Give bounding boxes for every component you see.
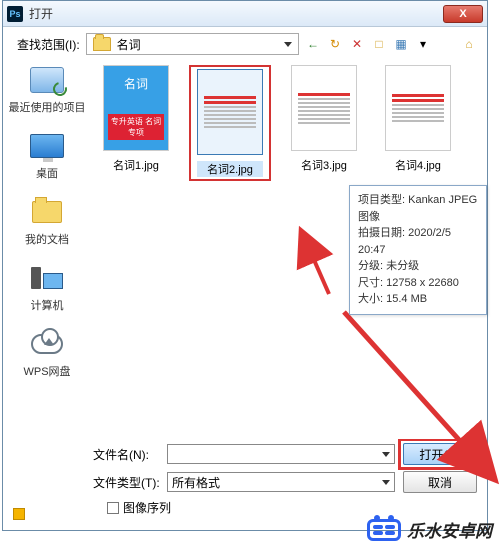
folder-icon <box>93 37 111 51</box>
place-mydocs-label: 我的文档 <box>3 231 91 247</box>
views-dd-icon[interactable]: ▾ <box>415 36 431 52</box>
window-title: 打开 <box>29 5 443 22</box>
body-area: 最近使用的项目 桌面 我的文档 计算机 WPS网盘 名词专升英语 <box>3 59 487 439</box>
file-thumb-2[interactable]: 名词2.jpg <box>189 65 271 181</box>
lookin-value: 名词 <box>117 36 278 53</box>
place-recent-label: 最近使用的项目 <box>3 99 91 115</box>
sequence-checkbox[interactable] <box>107 502 119 514</box>
chevron-down-icon[interactable] <box>284 42 292 47</box>
file-pane[interactable]: 名词专升英语 名词专项 名词1.jpg 名词2.jpg 名词3.jpg <box>91 59 487 439</box>
file-thumb-1[interactable]: 名词专升英语 名词专项 名词1.jpg <box>95 65 177 173</box>
newfolder-icon[interactable]: □ <box>371 36 387 52</box>
file-tooltip: 项目类型: Kankan JPEG 图像 拍摄日期: 2020/2/5 20:4… <box>349 185 487 315</box>
filename-label: 文件名(N): <box>93 446 159 463</box>
file-thumb-3[interactable]: 名词3.jpg <box>283 65 365 173</box>
file-thumb-4[interactable]: 名词4.jpg <box>377 65 459 173</box>
back-icon[interactable]: ← <box>305 36 321 52</box>
file-label-1: 名词1.jpg <box>95 157 177 173</box>
lookin-combo[interactable]: 名词 <box>86 33 299 55</box>
up-icon[interactable]: ↻ <box>327 36 343 52</box>
place-recent[interactable]: 最近使用的项目 <box>3 63 91 115</box>
watermark: 乐水安卓网 <box>367 517 492 542</box>
annotation-arrow-1 <box>299 239 339 299</box>
filetype-value: 所有格式 <box>172 474 220 491</box>
sequence-label: 图像序列 <box>123 499 171 516</box>
watermark-text: 乐水安卓网 <box>407 517 492 542</box>
file-label-2: 名词2.jpg <box>197 161 263 177</box>
toolbar-icons: ← ↻ ✕ □ ▦ ▾ ⌂ <box>305 36 477 52</box>
place-computer-label: 计算机 <box>3 297 91 313</box>
place-desktop[interactable]: 桌面 <box>3 129 91 181</box>
views-icon[interactable]: ▦ <box>393 36 409 52</box>
thumbnail-grid: 名词专升英语 名词专项 名词1.jpg 名词2.jpg 名词3.jpg <box>95 65 483 181</box>
docfolder-icon <box>32 201 62 223</box>
pin-icon[interactable]: ⌂ <box>461 36 477 52</box>
open-dialog: Ps 打开 X 查找范围(I): 名词 ← ↻ ✕ □ ▦ ▾ ⌂ 最近使用的项… <box>2 0 488 531</box>
filetype-label: 文件类型(T): <box>93 474 159 491</box>
place-computer[interactable]: 计算机 <box>3 261 91 313</box>
tooltip-size: 大小: 15.4 MB <box>358 291 478 308</box>
preview-swatch <box>13 508 25 520</box>
annotation-arrow-2 <box>339 307 499 477</box>
lookin-row: 查找范围(I): 名词 ← ↻ ✕ □ ▦ ▾ ⌂ <box>3 27 487 59</box>
place-wps-label: WPS网盘 <box>3 363 91 379</box>
chevron-down-icon[interactable] <box>382 480 390 485</box>
delete-icon[interactable]: ✕ <box>349 36 365 52</box>
app-icon: Ps <box>7 6 23 22</box>
file-label-3: 名词3.jpg <box>283 157 365 173</box>
tooltip-rating: 分级: 未分级 <box>358 258 478 275</box>
monitor-icon <box>30 134 64 158</box>
lookin-label: 查找范围(I): <box>17 36 80 53</box>
places-bar: 最近使用的项目 桌面 我的文档 计算机 WPS网盘 <box>3 59 91 439</box>
tooltip-date: 拍摄日期: 2020/2/5 20:47 <box>358 225 478 258</box>
tooltip-dim: 尺寸: 12758 x 22680 <box>358 275 478 292</box>
gamepad-icon <box>367 519 401 541</box>
selection-highlight: 名词2.jpg <box>189 65 271 181</box>
place-wps[interactable]: WPS网盘 <box>3 327 91 379</box>
file-label-4: 名词4.jpg <box>377 157 459 173</box>
titlebar[interactable]: Ps 打开 X <box>3 1 487 27</box>
place-mydocs[interactable]: 我的文档 <box>3 195 91 247</box>
cover-sub: 专升英语 名词专项 <box>108 114 164 140</box>
sequence-row: 图像序列 <box>107 499 477 516</box>
tooltip-type: 项目类型: Kankan JPEG 图像 <box>358 192 478 225</box>
cover-title: 名词 <box>108 76 164 93</box>
cloud-icon <box>31 334 63 354</box>
close-button[interactable]: X <box>443 5 483 23</box>
place-desktop-label: 桌面 <box>3 165 91 181</box>
pc-icon <box>31 267 63 289</box>
